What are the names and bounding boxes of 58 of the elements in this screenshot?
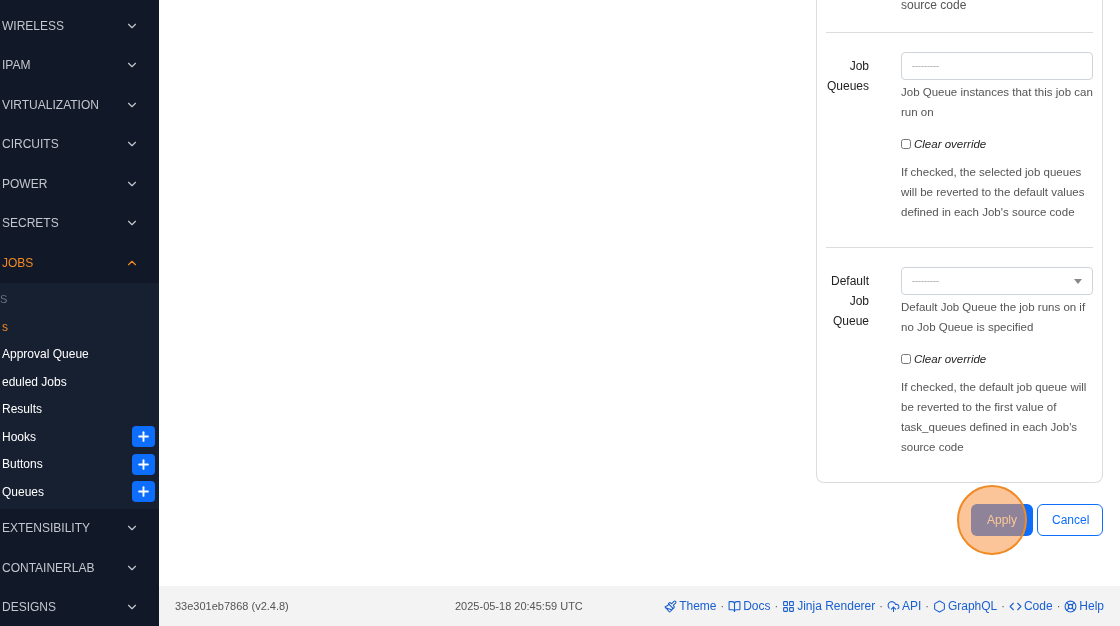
sidebar-link[interactable]: Hooks xyxy=(0,427,36,446)
clear-override-checkbox[interactable] xyxy=(901,354,911,364)
help-text: If checked, the default job queue will be reverted to the first value of task_queues defined in each Job's source code xyxy=(901,380,1088,455)
sidebar-section[interactable]: VIRTUALIZATION xyxy=(0,85,159,125)
sidebar-section[interactable]: DESIGNS xyxy=(0,587,159,626)
sidebar-link[interactable]: Results xyxy=(0,400,42,419)
help-text: Default Job Queue the job runs on if no Job Queue is specified xyxy=(901,300,1087,335)
separator: · xyxy=(1001,598,1005,614)
add-button[interactable] xyxy=(132,481,155,503)
separator: · xyxy=(774,598,779,614)
field-label: Job Queues xyxy=(826,59,869,93)
help-text: source code xyxy=(901,0,967,12)
version-text: 33e301eb7868 (v2.4.8) xyxy=(175,598,290,614)
checkbox-label: Clear override xyxy=(914,352,987,367)
separator: · xyxy=(720,598,725,614)
sidebar-link[interactable]: Approval Queue xyxy=(0,345,89,364)
separator: · xyxy=(925,598,929,614)
help-text: Job Queue instances that this job can run on xyxy=(901,85,1093,120)
footer-link[interactable]: Help xyxy=(1079,597,1104,615)
plus-icon xyxy=(136,429,151,445)
footer-link[interactable]: Jinja Renderer xyxy=(797,597,876,615)
grid-icon xyxy=(782,599,796,613)
sidebar-link[interactable]: s xyxy=(0,317,8,336)
footer-link[interactable]: API xyxy=(901,597,922,615)
sidebar-link[interactable]: eduled Jobs xyxy=(0,372,67,391)
separator: · xyxy=(879,598,883,614)
book-icon xyxy=(728,599,742,613)
checkbox-label: Clear override xyxy=(914,137,987,152)
hexagon-icon xyxy=(932,599,946,613)
sidebar-section[interactable]: POWER xyxy=(0,164,159,204)
sidebar-link[interactable]: Queues xyxy=(0,482,45,501)
help-text: If checked, the selected job queues will be reverted to the default values defined in each Job's source code xyxy=(901,165,1086,220)
sidebar-link[interactable]: Buttons xyxy=(0,455,43,474)
footer-link[interactable]: Code xyxy=(1023,597,1053,615)
sidebar-section[interactable]: EXTENSIBILITY xyxy=(0,508,159,548)
separator: · xyxy=(1056,598,1061,614)
plus-icon xyxy=(136,484,151,500)
cloud-icon xyxy=(886,599,900,613)
footer-link[interactable]: Docs xyxy=(743,597,771,615)
footer-link[interactable]: Theme xyxy=(679,597,717,615)
lifebuoy-icon xyxy=(1064,599,1078,613)
footer-link[interactable]: GraphQL xyxy=(947,597,998,615)
dropdown-caret-icon xyxy=(1074,278,1082,284)
field-label: Default Job Queue xyxy=(830,274,869,328)
cancel-button[interactable]: Cancel xyxy=(1037,504,1103,536)
sidebar-section[interactable]: CIRCUITS xyxy=(0,124,159,164)
sidebar-section[interactable]: SECRETS xyxy=(0,203,159,243)
sidebar-section[interactable]: WIRELESS xyxy=(0,6,159,46)
group-heading: S xyxy=(0,292,8,307)
sidebar-section[interactable]: IPAM xyxy=(0,45,159,85)
sidebar-section[interactable]: CONTAINERLAB xyxy=(0,548,159,588)
brush-icon xyxy=(664,599,678,613)
timestamp-text: 2025-05-18 20:45:59 UTC xyxy=(455,598,583,614)
add-button[interactable] xyxy=(132,453,155,475)
add-button[interactable] xyxy=(132,426,155,448)
sidebar-section[interactable]: JOBS xyxy=(0,243,159,283)
clear-override-checkbox[interactable] xyxy=(901,139,911,149)
plus-icon xyxy=(136,456,151,472)
